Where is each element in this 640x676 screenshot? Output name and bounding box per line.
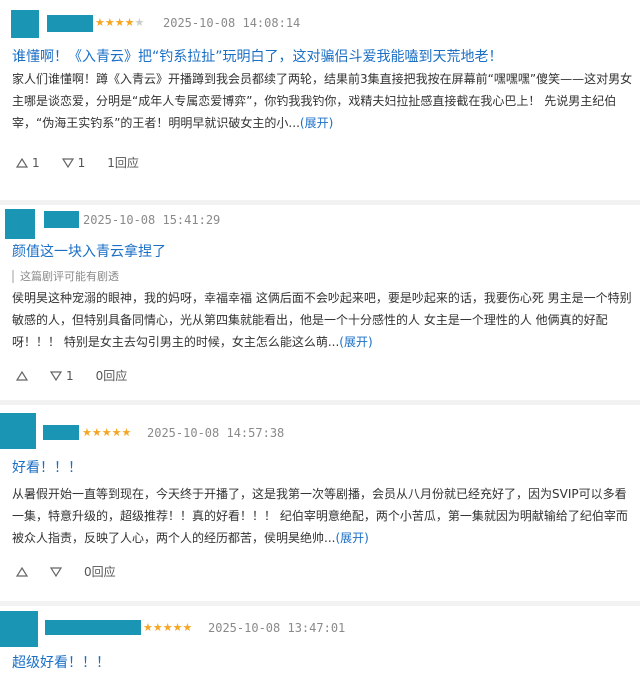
star-filled-icon: ★ (172, 621, 183, 634)
star-filled-icon: ★ (124, 16, 135, 29)
review-title[interactable]: 谁懂啊！《入青云》把“钓系拉扯”玩明白了，这对骗侣斗爱我能嗑到天荒地老！ (12, 46, 503, 66)
review-card: ★★★★★ 2025-10-08 14:08:14 谁懂啊！《入青云》把“钓系拉… (0, 0, 640, 202)
reply-link[interactable]: 1回应 (107, 154, 139, 171)
triangle-down-icon (50, 566, 62, 577)
review-actions: 1 1 1回应 (16, 154, 139, 171)
star-filled-icon: ★ (162, 621, 173, 634)
expand-link[interactable]: (展开) (339, 335, 372, 349)
review-body: 家人们谁懂啊！蹲《入青云》开播蹲到我会员都续了两轮，结果前3集直接把我按在屏幕前… (12, 68, 633, 134)
star-filled-icon: ★ (152, 621, 163, 634)
downvote-count: 1 (77, 155, 86, 170)
star-filled-icon: ★ (82, 426, 92, 439)
star-filled-icon: ★ (114, 16, 125, 29)
review-text-tail: 宰，“伪海王实钓系”的王者！明明早就识破女主的小... (12, 116, 300, 130)
avatar[interactable] (5, 209, 35, 239)
star-rating: ★★★★★ (82, 426, 131, 439)
review-text-line: 呀！！！ 特别是女主去勾引男主的时候，女主怎么能这么萌...(展开) (12, 331, 628, 353)
upvote-button[interactable]: 1 (16, 156, 40, 170)
triangle-down-icon (50, 370, 62, 381)
review-date: 2025-10-08 14:08:14 (163, 16, 301, 30)
review-text-tail: 呀！！！ 特别是女主去勾引男主的时候，女主怎么能这么萌... (12, 335, 340, 349)
review-card: ★★★★★ 2025-10-08 13:47:01 超级好看！！！ (0, 606, 640, 676)
review-title[interactable]: 超级好看！！！ (12, 652, 110, 672)
username[interactable] (43, 425, 79, 440)
review-text-tail: 被众人指责，反映了人心，两个人的经历都苦，侯明昊绝帅... (12, 531, 336, 545)
upvote-button[interactable] (16, 566, 28, 577)
star-filled-icon: ★ (143, 621, 153, 634)
downvote-count: 1 (66, 368, 74, 383)
star-filled-icon: ★ (111, 426, 122, 439)
triangle-down-icon (61, 157, 74, 168)
star-rating: ★★★★★ (143, 621, 192, 634)
star-empty-icon: ★ (134, 16, 145, 29)
star-filled-icon: ★ (95, 16, 105, 29)
review-text-line: 宰，“伪海王实钓系”的王者！明明早就识破女主的小...(展开) (12, 112, 628, 134)
review-title[interactable]: 好看！！！ (12, 457, 82, 477)
review-title[interactable]: 颜值这一块入青云拿捏了 (12, 241, 166, 261)
upvote-count: 1 (32, 155, 40, 170)
username[interactable] (44, 211, 79, 228)
review-actions: 0回应 (16, 563, 116, 580)
expand-link[interactable]: (展开) (300, 116, 333, 130)
upvote-button[interactable] (16, 370, 28, 381)
star-filled-icon: ★ (104, 16, 115, 29)
review-text-line: 从暑假开始一直等到现在，今天终于开播了，这是我第一次等剧播，会员从八月份就已经充… (12, 487, 627, 501)
avatar[interactable] (0, 611, 38, 647)
review-text-line: 敏感的人，但特别具备同情心，光从第四集就能看出，他是一个十分感性的人 女主是一个… (12, 313, 608, 327)
review-text-line: 一集，特意升级的，超级推荐！！真的好看！！！ 纪伯宰明意绝配，两个小苦瓜，第一集… (12, 509, 628, 523)
review-date: 2025-10-08 13:47:01 (208, 621, 346, 635)
expand-link[interactable]: (展开) (335, 531, 368, 545)
reply-link[interactable]: 0回应 (84, 563, 116, 580)
triangle-up-icon (16, 566, 28, 577)
avatar[interactable] (11, 10, 39, 38)
star-filled-icon: ★ (121, 426, 132, 439)
username[interactable] (45, 620, 141, 635)
star-rating: ★★★★★ (95, 16, 144, 29)
review-body: 从暑假开始一直等到现在，今天终于开播了，这是我第一次等剧播，会员从八月份就已经充… (12, 483, 628, 549)
review-card: 2025-10-08 15:41:29 颜值这一块入青云拿捏了 这篇剧评可能有剧… (0, 205, 640, 400)
review-text-line: 主哪是谈恋爱，分明是“成年人专属恋爱博弈”，你钓我我钓你，戏精夫妇拉扯感直接截在… (12, 94, 617, 108)
review-actions: 1 0回应 (16, 367, 127, 384)
review-body: 侯明昊这种宠溺的眼神，我的妈呀，幸福幸福 这俩后面不会吵起来吧，要是吵起来的话，… (12, 287, 632, 353)
triangle-up-icon (16, 370, 28, 381)
spoiler-warning: 这篇剧评可能有剧透 (12, 270, 119, 283)
username[interactable] (47, 15, 93, 32)
star-filled-icon: ★ (182, 621, 193, 634)
downvote-button[interactable]: 1 (61, 155, 86, 170)
review-text-line: 被众人指责，反映了人心，两个人的经历都苦，侯明昊绝帅...(展开) (12, 527, 628, 549)
review-text-line: 侯明昊这种宠溺的眼神，我的妈呀，幸福幸福 这俩后面不会吵起来吧，要是吵起来的话，… (12, 291, 632, 305)
avatar[interactable] (0, 413, 36, 449)
review-card: ★★★★★ 2025-10-08 14:57:38 好看！！！ 从暑假开始一直等… (0, 405, 640, 603)
star-filled-icon: ★ (101, 426, 112, 439)
review-date: 2025-10-08 14:57:38 (147, 426, 285, 440)
review-text-line: 家人们谁懂啊！蹲《入青云》开播蹲到我会员都续了两轮，结果前3集直接把我按在屏幕前… (12, 72, 633, 86)
downvote-button[interactable]: 1 (50, 369, 74, 383)
star-filled-icon: ★ (91, 426, 102, 439)
downvote-button[interactable] (50, 566, 62, 577)
review-date: 2025-10-08 15:41:29 (83, 213, 221, 227)
triangle-up-icon (16, 157, 28, 168)
reply-link[interactable]: 0回应 (96, 367, 128, 384)
